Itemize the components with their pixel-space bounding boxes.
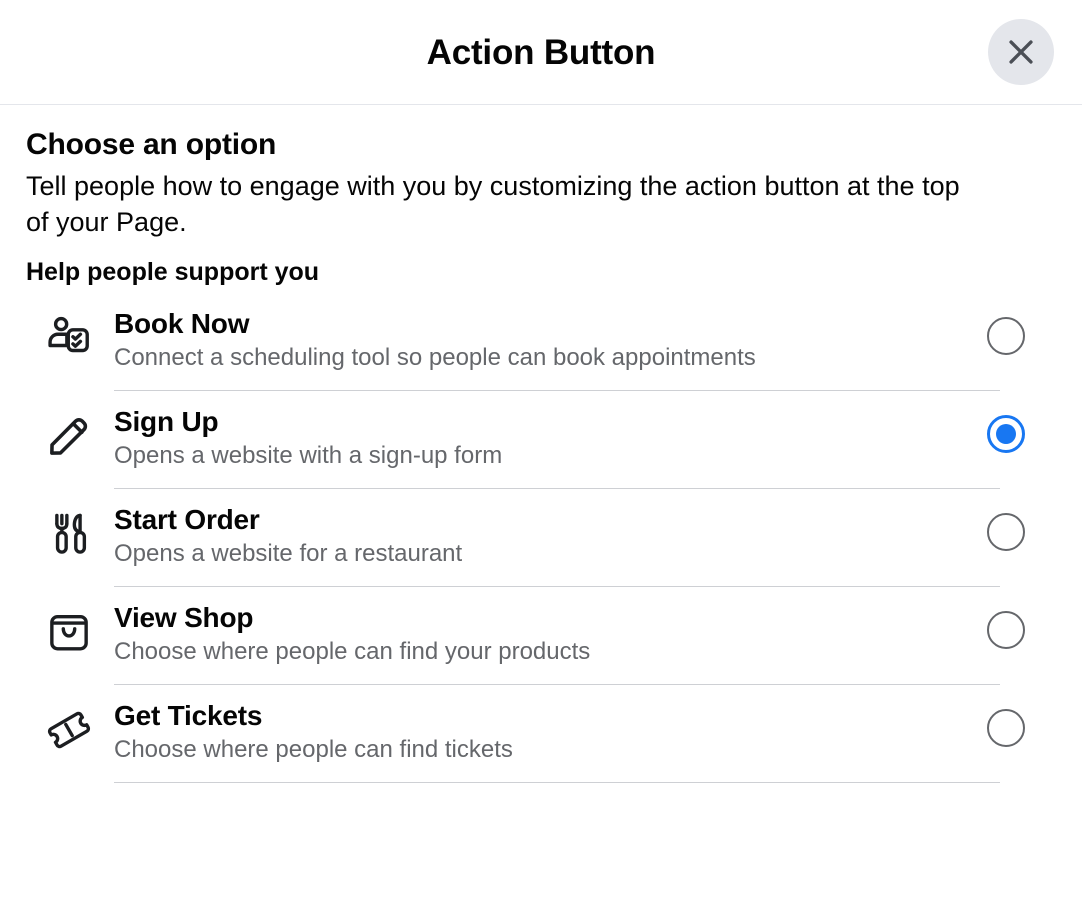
option-list: Book Now Connect a scheduling tool so pe… xyxy=(26,295,1056,785)
radio-sign-up[interactable] xyxy=(987,415,1025,453)
option-subtitle: Choose where people can find your produc… xyxy=(114,637,952,667)
fork-knife-icon xyxy=(40,503,98,559)
option-subtitle: Opens a website for a restaurant xyxy=(114,539,952,569)
radio-book-now[interactable] xyxy=(987,317,1025,355)
option-row-get-tickets[interactable]: Get Tickets Choose where people can find… xyxy=(26,687,1056,785)
option-title: View Shop xyxy=(114,601,952,635)
option-subtitle: Opens a website with a sign-up form xyxy=(114,441,952,471)
option-text: Book Now Connect a scheduling tool so pe… xyxy=(114,307,976,391)
option-title: Get Tickets xyxy=(114,699,952,733)
page-title: Choose an option xyxy=(26,127,1056,163)
option-title: Book Now xyxy=(114,307,952,341)
option-row-view-shop[interactable]: View Shop Choose where people can find y… xyxy=(26,589,1056,687)
option-row-sign-up[interactable]: Sign Up Opens a website with a sign-up f… xyxy=(26,393,1056,491)
ticket-icon xyxy=(40,699,98,755)
option-radio-wrapper xyxy=(976,601,1036,649)
option-text: Get Tickets Choose where people can find… xyxy=(114,699,976,783)
radio-get-tickets[interactable] xyxy=(987,709,1025,747)
group-heading: Help people support you xyxy=(26,257,1056,287)
option-title: Start Order xyxy=(114,503,952,537)
radio-view-shop[interactable] xyxy=(987,611,1025,649)
option-text: Start Order Opens a website for a restau… xyxy=(114,503,976,587)
close-icon xyxy=(1004,35,1038,69)
action-button-dialog: Action Button Choose an option Tell peop… xyxy=(0,0,1082,899)
option-radio-wrapper xyxy=(976,405,1036,453)
option-radio-wrapper xyxy=(976,699,1036,747)
dialog-title: Action Button xyxy=(427,35,656,70)
option-text: Sign Up Opens a website with a sign-up f… xyxy=(114,405,976,489)
dialog-body: Choose an option Tell people how to enga… xyxy=(0,105,1082,899)
pencil-icon xyxy=(40,405,98,461)
radio-start-order[interactable] xyxy=(987,513,1025,551)
option-subtitle: Choose where people can find tickets xyxy=(114,735,952,765)
option-radio-wrapper xyxy=(976,307,1036,355)
person-schedule-icon xyxy=(40,307,98,363)
option-title: Sign Up xyxy=(114,405,952,439)
option-row-start-order[interactable]: Start Order Opens a website for a restau… xyxy=(26,491,1056,589)
section-description: Tell people how to engage with you by cu… xyxy=(26,169,986,241)
option-text: View Shop Choose where people can find y… xyxy=(114,601,976,685)
option-row-book-now[interactable]: Book Now Connect a scheduling tool so pe… xyxy=(26,295,1056,393)
option-radio-wrapper xyxy=(976,503,1036,551)
dialog-header: Action Button xyxy=(0,0,1082,105)
close-button[interactable] xyxy=(988,19,1054,85)
option-subtitle: Connect a scheduling tool so people can … xyxy=(114,343,952,373)
shopping-bag-icon xyxy=(40,601,98,657)
